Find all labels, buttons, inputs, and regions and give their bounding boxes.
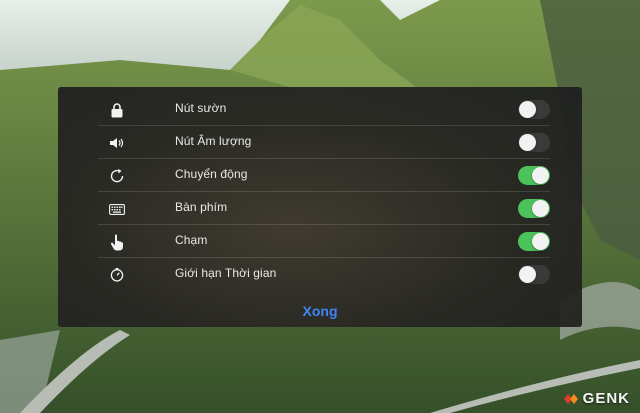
time-limits-toggle[interactable] xyxy=(518,265,550,284)
toggle-knob xyxy=(532,233,549,250)
settings-row-time-limits: Giới hạn Thời gian xyxy=(98,258,550,291)
watermark-text: GENK xyxy=(582,390,630,407)
done-button[interactable]: Xong xyxy=(58,303,582,319)
genk-logo-icon xyxy=(563,393,578,404)
touch-toggle[interactable] xyxy=(518,232,550,251)
toggle-knob xyxy=(519,101,536,118)
hand-pointer-icon xyxy=(108,233,126,251)
lock-icon xyxy=(108,101,126,119)
settings-row-label: Chạm xyxy=(175,233,208,247)
keyboard-toggle[interactable] xyxy=(518,199,550,218)
settings-row-keyboard: Bàn phím xyxy=(98,192,550,225)
toggle-knob xyxy=(532,167,549,184)
settings-row-volume-buttons: Nút Âm lượng xyxy=(98,126,550,159)
volume-buttons-toggle[interactable] xyxy=(518,133,550,152)
rotate-icon xyxy=(108,167,126,185)
speaker-icon xyxy=(108,134,126,152)
timer-icon xyxy=(108,266,126,284)
control-settings-panel: Nút sườn Nút Âm lượng Chuyển động Bàn ph… xyxy=(58,87,582,327)
motion-toggle[interactable] xyxy=(518,166,550,185)
settings-row-label: Bàn phím xyxy=(175,200,228,214)
settings-row-side-button: Nút sườn xyxy=(98,93,550,126)
genk-watermark: GENK xyxy=(563,390,630,407)
settings-row-motion: Chuyển động xyxy=(98,159,550,192)
settings-row-label: Nút sườn xyxy=(175,101,227,115)
settings-row-label: Nút Âm lượng xyxy=(175,134,252,148)
keyboard-icon xyxy=(108,200,126,218)
settings-row-touch: Chạm xyxy=(98,225,550,258)
toggle-knob xyxy=(532,200,549,217)
toggle-knob xyxy=(519,266,536,283)
toggle-knob xyxy=(519,134,536,151)
side-button-toggle[interactable] xyxy=(518,100,550,119)
settings-row-label: Chuyển động xyxy=(175,167,248,181)
settings-row-label: Giới hạn Thời gian xyxy=(175,266,277,280)
